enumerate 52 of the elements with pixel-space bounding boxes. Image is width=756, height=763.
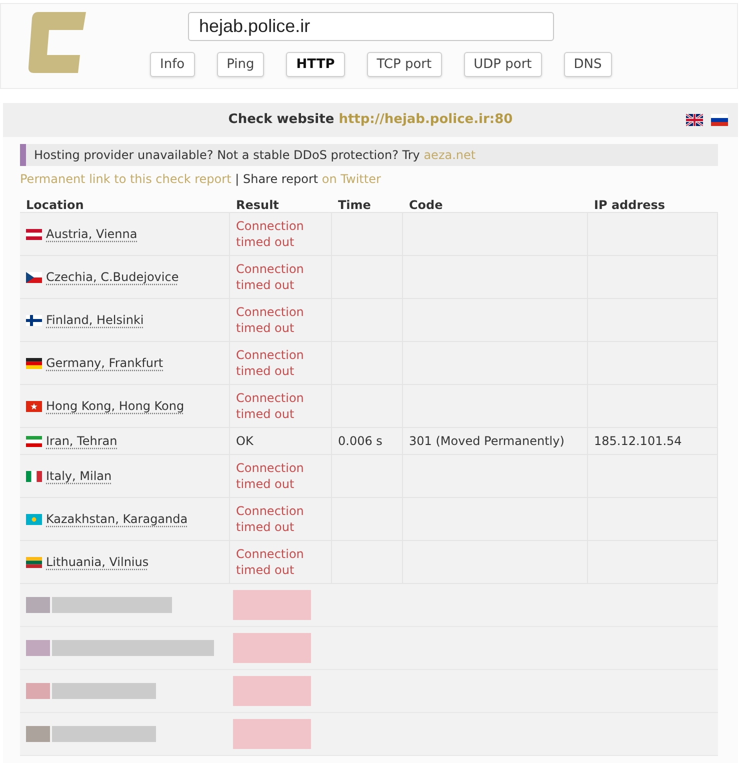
table-cell-text: Connection timed out <box>236 218 305 250</box>
table-cell-text: Connection timed out <box>236 347 305 379</box>
column-header: Code <box>409 198 443 212</box>
location-link[interactable]: Germany, Frankfurt <box>46 355 164 371</box>
notice-text: Hosting provider unavailable? Not a stable DDoS protection? Try aeza.net <box>34 147 476 163</box>
table-cell-text: Connection timed out <box>236 460 305 492</box>
table-cell: 301 (Moved Permanently) <box>409 433 564 449</box>
table-cell: OK <box>236 433 254 449</box>
table-cell-text: Connection timed out <box>236 503 305 535</box>
pixelated-flag-icon <box>26 683 50 699</box>
pixelated-flag-icon <box>26 726 50 742</box>
location-link[interactable]: Finland, Helsinki <box>46 312 144 328</box>
iran-flag-icon <box>26 436 42 446</box>
column-header: Result <box>236 198 279 212</box>
kazakhstan-flag-icon <box>26 514 42 524</box>
location-link[interactable]: Austria, Vienna <box>46 226 138 242</box>
table-cell: 0.006 s <box>338 433 382 449</box>
russia-flag-icon[interactable] <box>711 114 728 126</box>
share-text: Permanent link to this check report | Share report on Twitter <box>20 171 381 187</box>
check-tab[interactable]: UDP port <box>464 52 542 77</box>
hong-kong-flag-icon <box>26 400 42 412</box>
table-cell-text: Connection timed out <box>236 546 305 578</box>
italy-flag-icon <box>26 470 42 482</box>
location-link[interactable]: Hong Kong, Hong Kong <box>46 398 184 414</box>
check-tab[interactable]: DNS <box>564 52 612 77</box>
table-cell-text: Connection timed out <box>236 390 305 422</box>
report-title: Check website http://hejab.police.ir:80 <box>228 111 513 130</box>
location-link[interactable]: Lithuania, Vilnius <box>46 554 149 570</box>
pixelated-flag-icon <box>26 640 50 656</box>
location-link[interactable]: Kazakhstan, Karaganda <box>46 511 188 527</box>
table-cell-text: Connection timed out <box>236 304 305 336</box>
location-link[interactable]: Iran, Tehran <box>46 433 118 449</box>
finland-flag-icon <box>26 314 42 326</box>
column-header: Time <box>338 198 371 212</box>
check-tab[interactable]: Info <box>150 52 195 77</box>
column-header: Location <box>26 198 84 212</box>
check-tab[interactable]: TCP port <box>366 52 442 77</box>
table-cell-text: Connection timed out <box>236 261 305 293</box>
check-tab[interactable]: HTTP <box>286 52 345 77</box>
czechia-flag-icon <box>26 272 42 282</box>
check-tab[interactable]: Ping <box>216 52 264 77</box>
uk-flag-icon[interactable] <box>686 114 703 126</box>
pixelated-flag-icon <box>26 597 50 613</box>
location-link[interactable]: Czechia, C.Budejovice <box>46 269 179 285</box>
column-header: IP address <box>594 198 666 212</box>
austria-flag-icon <box>26 228 42 240</box>
lithuania-flag-icon <box>26 556 42 568</box>
table-cell: 185.12.101.54 <box>594 433 682 449</box>
logo-icon <box>28 12 86 73</box>
germany-flag-icon <box>26 358 42 368</box>
location-link[interactable]: Italy, Milan <box>46 468 112 484</box>
url-field[interactable]: hejab.police.ir <box>188 12 554 41</box>
